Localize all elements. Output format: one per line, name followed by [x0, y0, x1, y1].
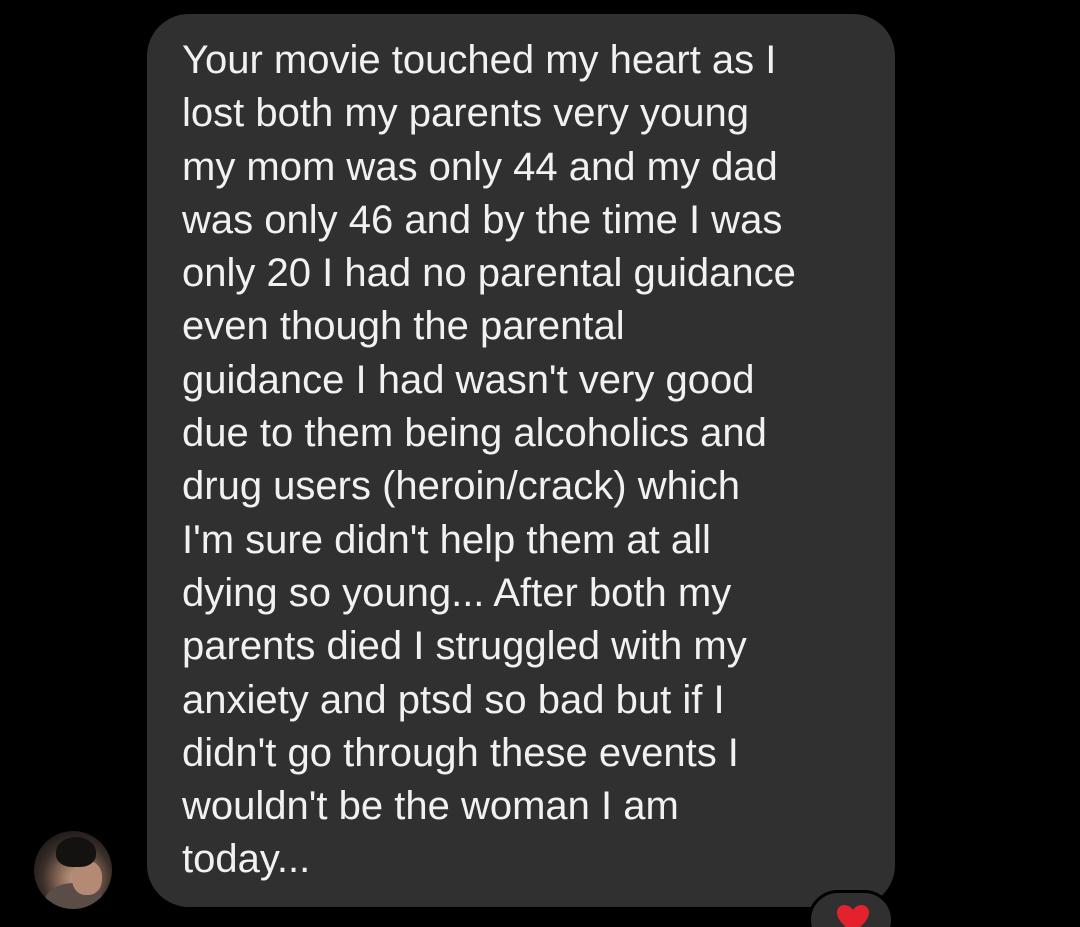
message-line: parents died I struggled with my	[182, 624, 747, 669]
message-line: was only 46 and by the time I was	[182, 197, 783, 242]
message-line: due to them being alcoholics and	[182, 411, 767, 456]
message-line: drug users (heroin/crack) which	[182, 464, 740, 509]
message-line: only 20 I had no parental guidance	[182, 251, 796, 296]
message-line: Your movie touched my heart as I	[182, 38, 777, 82]
chat-screen: Your movie touched my heart as I lost bo…	[0, 0, 1080, 927]
heart-icon	[837, 905, 869, 927]
message-line: even though the parental	[182, 304, 625, 349]
message-reaction[interactable]	[808, 890, 894, 927]
message-line: lost both my parents very young	[182, 91, 749, 136]
message-line: wouldn't be the woman I am	[182, 784, 679, 829]
received-message-bubble[interactable]: Your movie touched my heart as I lost bo…	[147, 14, 895, 907]
message-line: didn't go through these events I	[182, 730, 739, 775]
message-line: guidance I had wasn't very good	[182, 357, 755, 402]
message-line: my mom was only 44 and my dad	[182, 144, 778, 189]
sender-avatar[interactable]	[34, 831, 112, 909]
message-line: today...	[182, 837, 311, 882]
message-line: anxiety and ptsd so bad but if I	[182, 677, 725, 722]
avatar-hair	[56, 837, 96, 867]
message-line: dying so young... After both my	[182, 570, 732, 615]
message-line: I'm sure didn't help them at all	[182, 517, 711, 562]
